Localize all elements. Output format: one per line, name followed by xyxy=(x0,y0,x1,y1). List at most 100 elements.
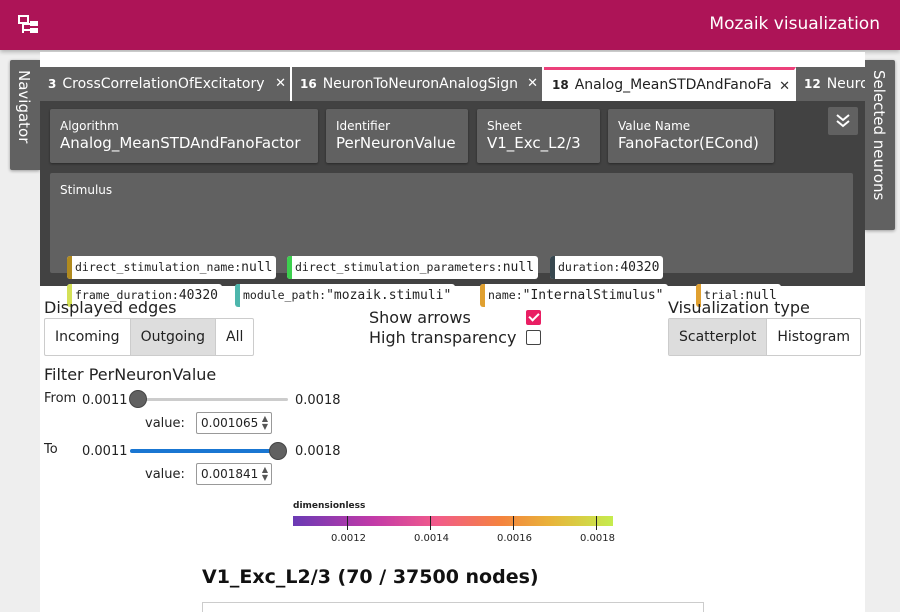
colorbar-tick xyxy=(430,516,431,530)
chip-key: duration: xyxy=(558,260,621,274)
to-value-text: 0.001841 xyxy=(201,467,259,481)
histogram-button[interactable]: Histogram xyxy=(767,319,860,355)
edges-outgoing-button[interactable]: Outgoing xyxy=(130,319,217,355)
from-value-label: value: xyxy=(145,416,185,431)
chip-key: name: xyxy=(488,288,523,302)
selected-neurons-tab[interactable]: Selected neurons xyxy=(865,60,895,230)
stimulus-label: Stimulus xyxy=(60,183,113,197)
chip-value: "mozaik.stimuli" xyxy=(326,288,452,303)
stimulus-param-chip: direct_stimulation_name:null xyxy=(67,256,277,279)
chip-key: direct_stimulation_name: xyxy=(75,260,242,274)
tab-label: NeuronToNeuronAnalogSign xyxy=(322,76,519,92)
from-label: From xyxy=(44,391,77,406)
navigator-tab[interactable]: Navigator xyxy=(10,60,40,170)
tab-analog-meanstd[interactable]: 18 Analog_MeanSTDAndFanoFa ✕ xyxy=(544,67,796,101)
algorithm-card: Algorithm Analog_MeanSTDAndFanoFactor xyxy=(50,109,318,163)
chip-value: null xyxy=(241,260,273,275)
show-arrows-checkbox[interactable] xyxy=(526,310,541,325)
graph-canvas[interactable] xyxy=(202,602,704,612)
chip-value: 40320 xyxy=(620,260,660,275)
colorbar xyxy=(293,516,613,526)
expand-button[interactable] xyxy=(828,107,858,135)
from-slider-track[interactable] xyxy=(130,398,288,401)
sheet-label: Sheet xyxy=(487,119,522,133)
algorithm-label: Algorithm xyxy=(60,119,119,133)
selected-neurons-label: Selected neurons xyxy=(870,70,888,201)
chip-key: direct_stimulation_parameters: xyxy=(295,260,503,274)
navigator-label: Navigator xyxy=(15,70,33,144)
colorbar-tick-label: 0.0014 xyxy=(414,533,449,544)
app-title: Mozaik visualization xyxy=(709,14,880,34)
identifier-value: PerNeuronValue xyxy=(336,134,456,152)
to-value-label: value: xyxy=(145,467,185,482)
tab-crosscorrelation[interactable]: 3 CrossCorrelationOfExcitatory ✕ xyxy=(40,67,292,101)
main-content: 3 CrossCorrelationOfExcitatory ✕ 16 Neuron… xyxy=(40,52,865,612)
from-slider-thumb[interactable] xyxy=(129,390,147,408)
colorbar-tick-label: 0.0018 xyxy=(580,533,615,544)
colorbar-tick xyxy=(596,516,597,530)
from-value-text: 0.001065 xyxy=(201,416,259,430)
chevron-double-down-icon xyxy=(836,114,850,128)
colorbar-tick-label: 0.0012 xyxy=(331,533,366,544)
displayed-edges-toggle: Incoming Outgoing All xyxy=(44,318,255,356)
edges-incoming-button[interactable]: Incoming xyxy=(45,319,131,355)
chip-color-bar xyxy=(287,256,292,279)
to-slider-track[interactable] xyxy=(130,449,280,453)
to-max-label: 0.0018 xyxy=(295,444,341,459)
from-max-label: 0.0018 xyxy=(295,393,341,408)
to-min-label: 0.0011 xyxy=(82,444,128,459)
close-icon[interactable]: ✕ xyxy=(275,76,286,91)
colorbar-tick-label: 0.0016 xyxy=(497,533,532,544)
scatterplot-button[interactable]: Scatterplot xyxy=(669,319,768,355)
high-transparency-checkbox[interactable] xyxy=(526,330,541,345)
tab-number: 12 xyxy=(804,77,821,91)
chip-color-bar xyxy=(550,256,555,279)
stimulus-param-chip: name:"InternalStimulus" xyxy=(480,284,668,307)
from-min-label: 0.0011 xyxy=(82,393,128,408)
graph-title: V1_Exc_L2/3 (70 / 37500 nodes) xyxy=(202,566,539,588)
tab-neuro[interactable]: 12 Neuro xyxy=(796,67,865,101)
tab-label: Analog_MeanSTDAndFanoFa xyxy=(574,77,772,93)
info-panel: Algorithm Analog_MeanSTDAndFanoFactor Id… xyxy=(40,101,865,307)
tab-number: 3 xyxy=(48,77,57,91)
chip-value: 40320 xyxy=(178,288,218,303)
sheet-card: Sheet V1_Exc_L2/3 xyxy=(477,109,600,163)
chip-color-bar xyxy=(67,256,72,279)
to-label: To xyxy=(44,442,58,457)
value-name-value: FanoFactor(ECond) xyxy=(618,134,759,152)
displayed-edges-label: Displayed edges xyxy=(44,298,177,317)
chip-value: null xyxy=(502,260,535,275)
value-name-label: Value Name xyxy=(618,119,691,133)
to-slider-thumb[interactable] xyxy=(269,442,287,460)
filter-label: Filter PerNeuronValue xyxy=(44,365,217,384)
colorbar-tick xyxy=(347,516,348,530)
chip-color-bar xyxy=(480,284,485,307)
to-value-input[interactable]: 0.001841 ▲ ▼ xyxy=(196,463,272,485)
tab-number: 18 xyxy=(552,78,569,92)
from-value-input[interactable]: 0.001065 ▲ ▼ xyxy=(196,412,272,434)
value-name-card: Value Name FanoFactor(ECond) xyxy=(608,109,774,163)
close-icon[interactable]: ✕ xyxy=(527,76,538,91)
identifier-label: Identifier xyxy=(336,119,391,133)
stimulus-param-chip: duration:40320 xyxy=(550,256,664,279)
chip-color-bar xyxy=(235,284,240,307)
colorbar-tick xyxy=(513,516,514,530)
tab-number: 16 xyxy=(300,77,317,91)
edges-all-button[interactable]: All xyxy=(216,319,253,355)
spinner-icon[interactable]: ▲ ▼ xyxy=(262,415,268,431)
app-bar: Mozaik visualization xyxy=(0,0,900,50)
identifier-card: Identifier PerNeuronValue xyxy=(326,109,468,163)
spinner-icon[interactable]: ▲ ▼ xyxy=(262,466,268,482)
chip-key: module_path: xyxy=(243,288,327,302)
close-icon[interactable]: ✕ xyxy=(779,79,790,94)
visualization-type-toggle: Scatterplot Histogram xyxy=(668,318,861,356)
chip-value: "InternalStimulus" xyxy=(522,288,664,303)
sheet-value: V1_Exc_L2/3 xyxy=(487,134,581,152)
sitemap-icon[interactable] xyxy=(18,15,40,35)
algorithm-value: Analog_MeanSTDAndFanoFactor xyxy=(60,134,301,152)
tab-label: Neuro xyxy=(826,76,865,92)
tab-label: CrossCorrelationOfExcitatory xyxy=(62,76,265,92)
stimulus-param-chip: direct_stimulation_parameters:null xyxy=(287,256,539,279)
tab-neurontoneuron[interactable]: 16 NeuronToNeuronAnalogSign ✕ xyxy=(292,67,544,101)
high-transparency-label: High transparency xyxy=(369,328,517,347)
